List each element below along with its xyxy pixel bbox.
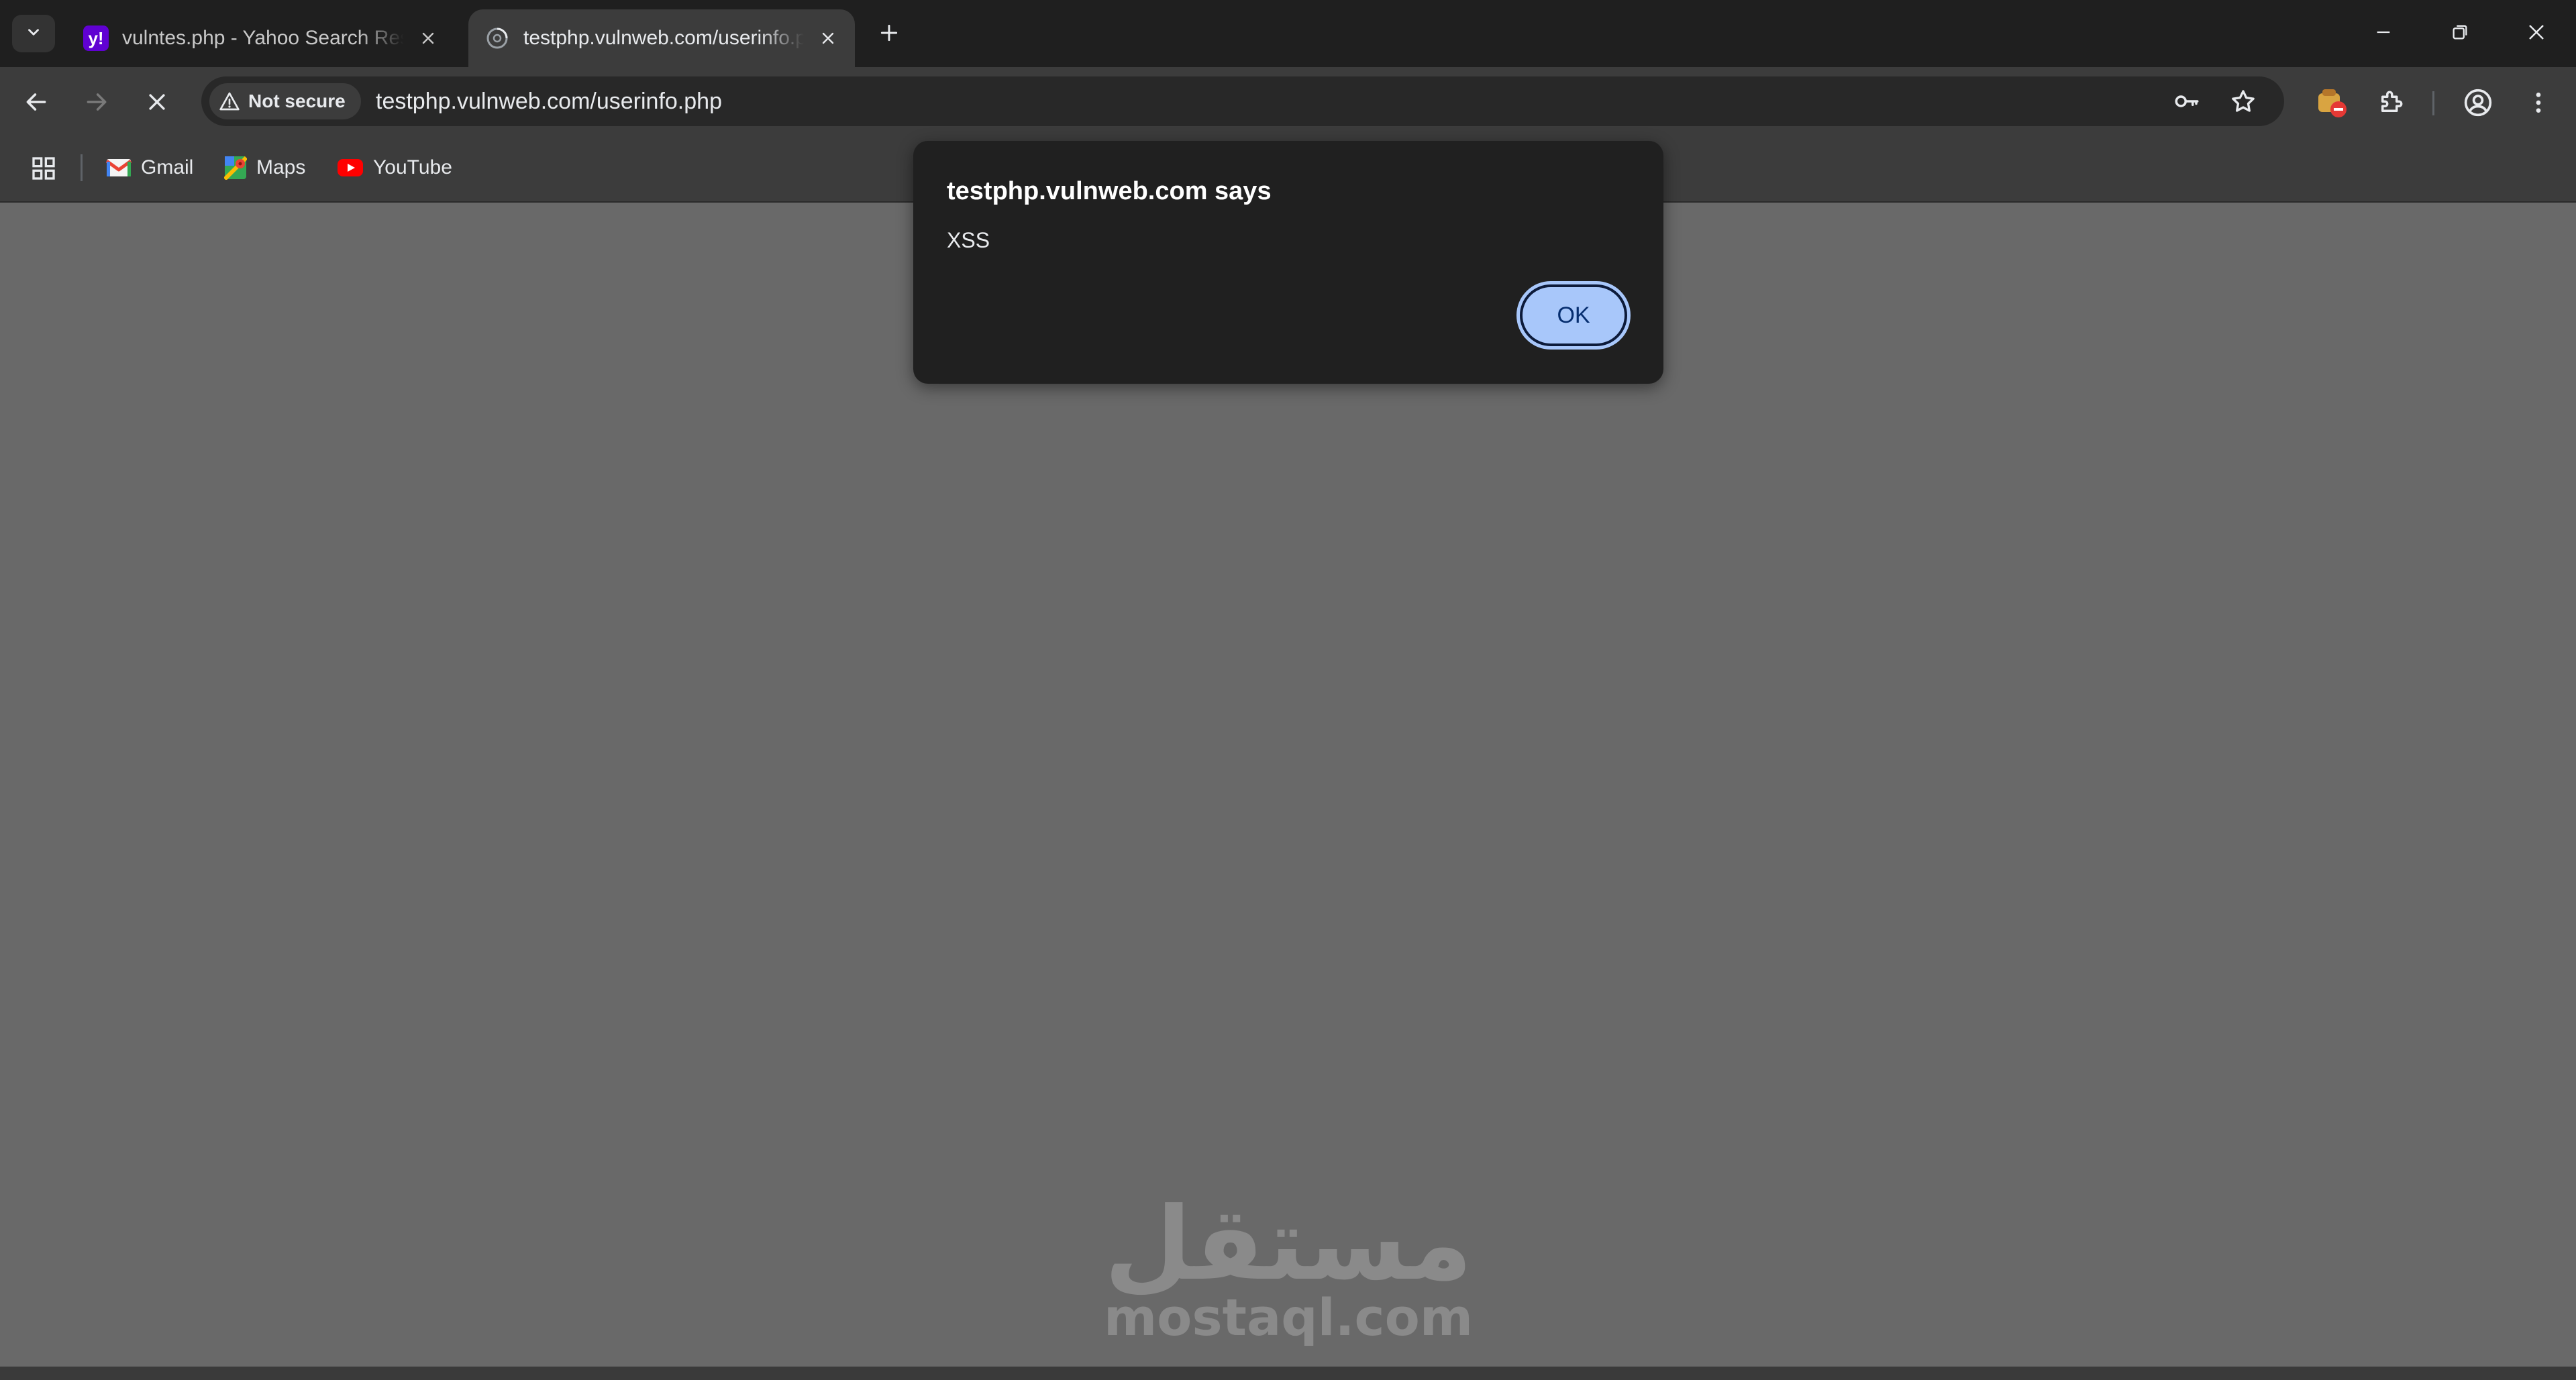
yahoo-icon: y! (83, 25, 109, 51)
extension-blocker-icon[interactable] (2314, 85, 2350, 121)
gmail-icon (106, 158, 132, 178)
tab-search-button[interactable] (12, 15, 55, 52)
ok-button[interactable]: OK (1520, 284, 1627, 346)
tab-title: vulntes.php - Yahoo Search Results (122, 27, 404, 49)
restore-icon (2451, 23, 2469, 45)
bottom-edge (0, 1367, 2576, 1380)
watermark-arabic: مستقل (1104, 1186, 1473, 1303)
security-chip-label: Not secure (248, 91, 346, 111)
bookmark-label: YouTube (373, 156, 452, 178)
bookmark-label: Gmail (141, 156, 194, 178)
minimize-icon (2374, 23, 2393, 45)
new-tab-button[interactable] (874, 19, 905, 50)
forward-button[interactable] (79, 86, 114, 121)
toolbar-divider (2432, 91, 2434, 115)
bookmarks-divider (81, 154, 83, 181)
apps-grid-icon[interactable] (27, 152, 60, 185)
window-close-button[interactable] (2516, 13, 2557, 54)
warning-icon (219, 91, 240, 112)
chevron-down-icon (25, 23, 42, 44)
minimize-button[interactable] (2363, 13, 2404, 54)
tab-userinfo[interactable]: testphp.vulnweb.com/userinfo.php (468, 9, 855, 67)
bookmark-youtube[interactable]: YouTube (337, 153, 452, 182)
stop-loading-button[interactable] (140, 86, 174, 121)
puzzle-icon[interactable] (2373, 85, 2409, 121)
bookmark-gmail[interactable]: Gmail (106, 153, 193, 182)
close-tab-icon[interactable] (415, 25, 442, 52)
restore-button[interactable] (2440, 13, 2480, 54)
loading-globe-icon (484, 25, 510, 51)
bookmark-maps[interactable]: Maps (224, 153, 305, 182)
tab-strip: y! vulntes.php - Yahoo Search Results te… (0, 0, 2576, 67)
dialog-title: testphp.vulnweb.com says (947, 177, 1272, 205)
close-icon (2526, 22, 2546, 46)
close-tab-icon[interactable] (815, 25, 841, 52)
arrow-left-icon (23, 89, 49, 118)
watermark-latin: mostaql.com (1103, 1287, 1474, 1347)
back-button[interactable] (19, 86, 54, 121)
close-icon (146, 91, 168, 117)
url-text[interactable]: testphp.vulnweb.com/userinfo.php (376, 89, 722, 115)
bookmark-label: Maps (256, 156, 306, 178)
dialog-message: XSS (947, 228, 990, 252)
key-icon[interactable] (2171, 86, 2202, 117)
profile-icon[interactable] (2460, 85, 2496, 121)
plus-icon (878, 22, 900, 47)
tab-yahoo-search[interactable]: y! vulntes.php - Yahoo Search Results (67, 9, 456, 67)
security-chip[interactable]: Not secure (209, 83, 361, 119)
youtube-icon (337, 158, 364, 178)
alert-dialog: testphp.vulnweb.com says XSS OK (913, 141, 1663, 384)
maps-icon (224, 156, 247, 180)
navigation-toolbar: Not secure testphp.vulnweb.com/userinfo.… (0, 67, 2576, 134)
arrow-right-icon (84, 89, 109, 118)
more-vertical-icon[interactable] (2520, 85, 2557, 121)
tab-title: testphp.vulnweb.com/userinfo.php (523, 27, 804, 49)
address-bar[interactable]: Not secure testphp.vulnweb.com/userinfo.… (201, 76, 2284, 126)
star-icon[interactable] (2228, 86, 2259, 117)
watermark: مستقل mostaql.com (1100, 1194, 1476, 1369)
